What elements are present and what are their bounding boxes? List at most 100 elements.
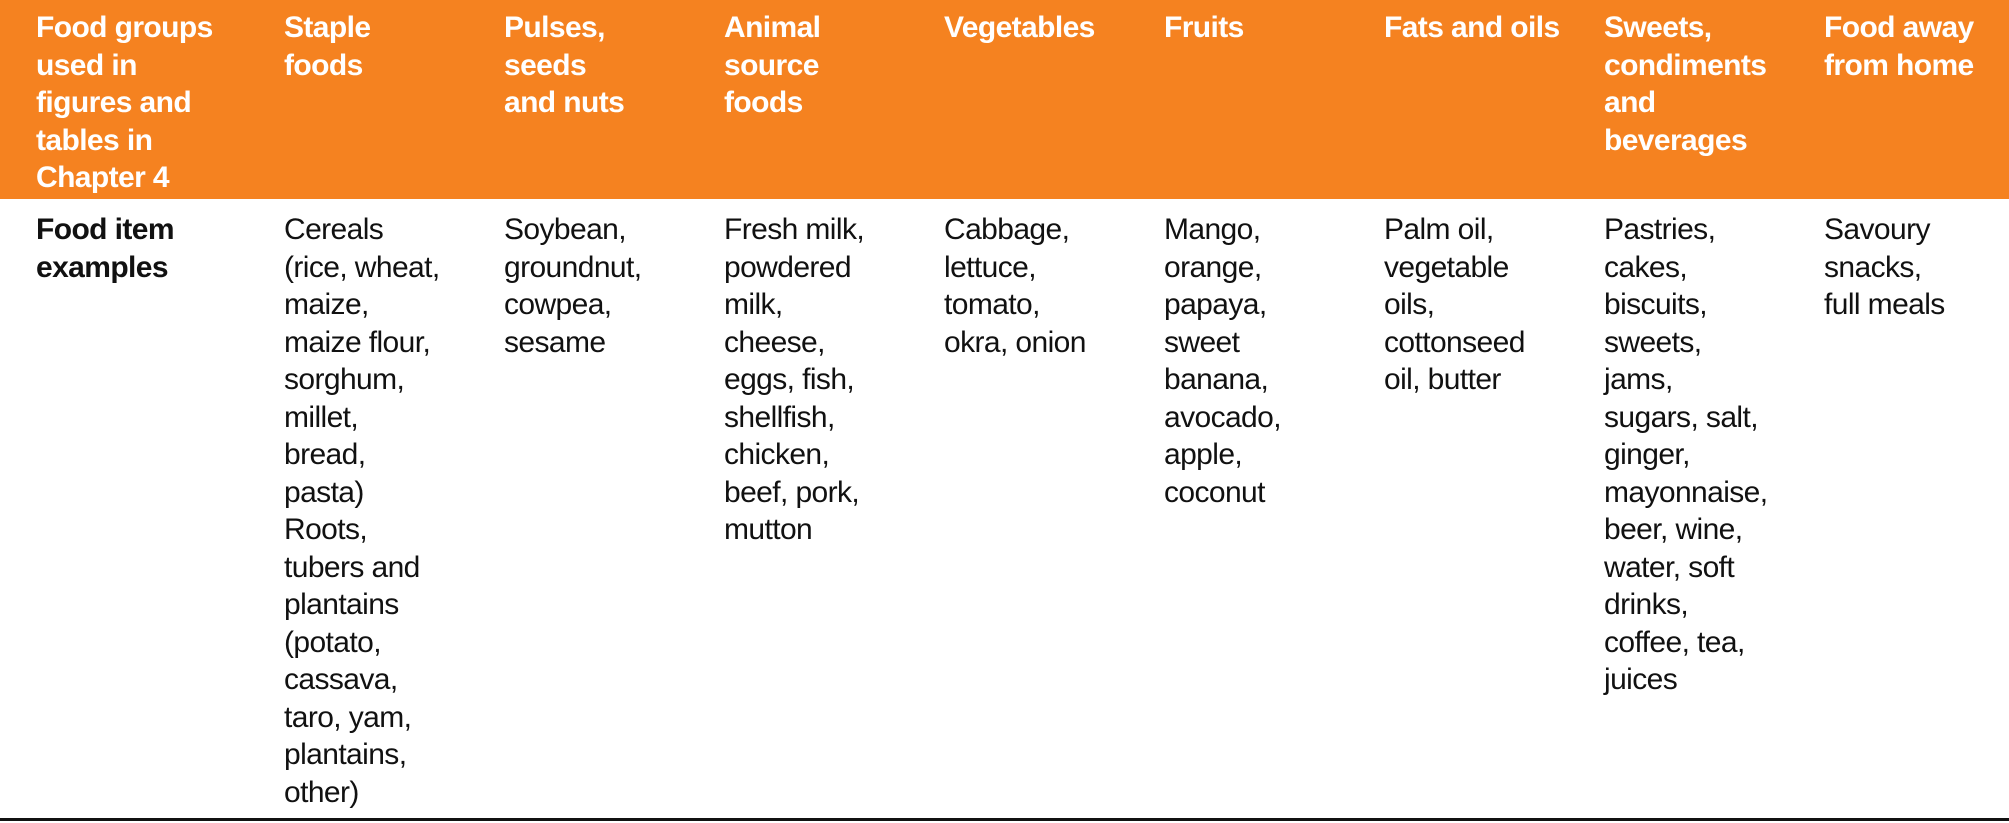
cell-line: milk, — [724, 288, 783, 321]
cell-staple-foods: Cereals (rice, wheat, maize, maize flour, so… — [284, 211, 440, 811]
cell-line: Food item — [36, 213, 175, 246]
cell-line: biscuits, — [1604, 288, 1708, 321]
cell-line: vegetable — [1384, 250, 1509, 284]
cell-line: Staple — [284, 11, 371, 44]
cell-line: Food away — [1824, 11, 1974, 44]
cell-line: seeds — [504, 48, 587, 82]
cell-line: and nuts — [504, 86, 625, 119]
header-cell-sweets-condiments-beverages: Sweets, condiments and beverages — [1604, 9, 1767, 159]
cell-line: coconut — [1164, 475, 1265, 509]
cell-line: source — [724, 48, 819, 82]
cell-line: Vegetables — [944, 11, 1095, 44]
cell-line: sesame — [504, 325, 606, 359]
cell-line: (potato, — [284, 625, 382, 659]
food-groups-table: Food groups used in figures and tables in Ch… — [0, 0, 2009, 823]
cell-line: sorghum, — [284, 363, 405, 396]
cell-line: eggs, fish, — [724, 363, 855, 396]
cell-line: sweets, — [1604, 325, 1702, 359]
cell-line: Cabbage, — [944, 213, 1070, 246]
cell-fruits: Mango, orange, papaya, sweet banana, avocado,… — [1164, 211, 1282, 511]
cell-line: condiments — [1604, 48, 1767, 82]
header-cell-vegetables: Vegetables — [944, 9, 1095, 47]
cell-line: millet, — [284, 400, 359, 434]
cell-line: banana, — [1164, 363, 1269, 396]
cell-line: apple, — [1164, 438, 1243, 471]
cell-line: foods — [724, 86, 803, 119]
cell-line: groundnut, — [504, 250, 642, 284]
cell-line: Pulses, — [504, 11, 605, 44]
cell-line: orange, — [1164, 250, 1262, 284]
cell-line: tomato, — [944, 288, 1040, 321]
cell-line: water, soft — [1604, 550, 1735, 584]
cell-line: examples — [36, 250, 169, 284]
cell-sweets-condiments-beverages: Pastries, cakes, biscuits, sweets, jams, suga… — [1604, 211, 1768, 699]
cell-line: sweet — [1164, 325, 1240, 359]
cell-line: (rice, wheat, — [284, 250, 440, 284]
cell-line: plantains, — [284, 738, 407, 771]
cell-line: used in — [36, 48, 137, 82]
cell-line: Soybean, — [504, 213, 627, 246]
cell-line: beer, wine, — [1604, 513, 1743, 546]
cell-line: cottonseed — [1384, 325, 1525, 359]
cell-line: juices — [1604, 663, 1678, 696]
cell-line: jams, — [1604, 363, 1673, 396]
cell-line: pasta) — [284, 475, 364, 509]
header-cell-fats-oils: Fats and oils — [1384, 9, 1560, 47]
cell-line: taro, yam, — [284, 700, 412, 734]
cell-line: avocado, — [1164, 400, 1282, 434]
cell-line: cheese, — [724, 325, 825, 359]
cell-line: cowpea, — [504, 288, 612, 321]
table-bottom-rule — [0, 818, 2009, 821]
cell-line: foods — [284, 48, 363, 82]
cell-pulses-seeds-nuts: Soybean, groundnut, cowpea, sesame — [504, 211, 642, 361]
cell-line: other) — [284, 775, 359, 809]
cell-line: Animal — [724, 11, 821, 44]
cell-line: maize, — [284, 288, 369, 321]
header-cell-fruits: Fruits — [1164, 9, 1244, 47]
header-cell-animal-source-foods: Animal source foods — [724, 9, 821, 122]
cell-line: beef, pork, — [724, 475, 860, 509]
cell-line: and — [1604, 86, 1656, 119]
header-cell-pulses-seeds-nuts: Pulses, seeds and nuts — [504, 9, 625, 122]
cell-line: ginger, — [1604, 438, 1690, 471]
cell-line: Palm oil, — [1384, 213, 1494, 246]
cell-line: shellfish, — [724, 400, 835, 434]
cell-line: Cereals — [284, 213, 384, 246]
cell-line: Sweets, — [1604, 11, 1712, 44]
cell-line: Pastries, — [1604, 213, 1716, 246]
cell-line: drinks, — [1604, 588, 1689, 621]
cell-fats-oils: Palm oil, vegetable oils, cottonseed oil, bu… — [1384, 211, 1525, 399]
header-cell-staple-foods: Staple foods — [284, 9, 371, 84]
cell-line: coffee, tea, — [1604, 625, 1745, 659]
cell-line: Food groups — [36, 11, 213, 44]
cell-line: from home — [1824, 48, 1974, 82]
cell-line: chicken, — [724, 438, 830, 471]
header-cell-food-groups: Food groups used in figures and tables in Ch… — [36, 9, 213, 197]
cell-line: Fats and oils — [1384, 11, 1560, 44]
cell-line: full meals — [1824, 288, 1945, 321]
cell-line: Roots, — [284, 513, 368, 546]
cell-line: tubers and — [284, 550, 420, 584]
cell-line: lettuce, — [944, 250, 1037, 284]
cell-line: Fresh milk, — [724, 213, 865, 246]
cell-line: cakes, — [1604, 250, 1688, 284]
cell-food-away-from-home: Savoury snacks, full meals — [1824, 211, 1945, 324]
cell-vegetables: Cabbage, lettuce, tomato, okra, onion — [944, 211, 1086, 361]
cell-line: oils, — [1384, 288, 1435, 321]
cell-line: plantains — [284, 588, 399, 621]
table-header-row: Food groups used in figures and tables in Ch… — [0, 0, 2009, 199]
cell-animal-source-foods: Fresh milk, powdered milk, cheese, eggs, fis… — [724, 211, 865, 549]
cell-line: maize flour, — [284, 325, 431, 359]
cell-line: tables in — [36, 123, 153, 157]
cell-line: mutton — [724, 513, 813, 546]
cell-line: Savoury — [1824, 213, 1930, 246]
cell-line: snacks, — [1824, 250, 1922, 284]
cell-line: okra, onion — [944, 325, 1086, 359]
cell-line: powdered — [724, 250, 852, 284]
cell-line: sugars, salt, — [1604, 400, 1759, 434]
cell-line: beverages — [1604, 123, 1748, 157]
row-header-food-item-examples: Food item examples — [36, 211, 175, 286]
header-cell-food-away-from-home: Food away from home — [1824, 9, 1974, 84]
cell-line: oil, butter — [1384, 363, 1501, 396]
cell-line: figures and — [36, 86, 192, 119]
